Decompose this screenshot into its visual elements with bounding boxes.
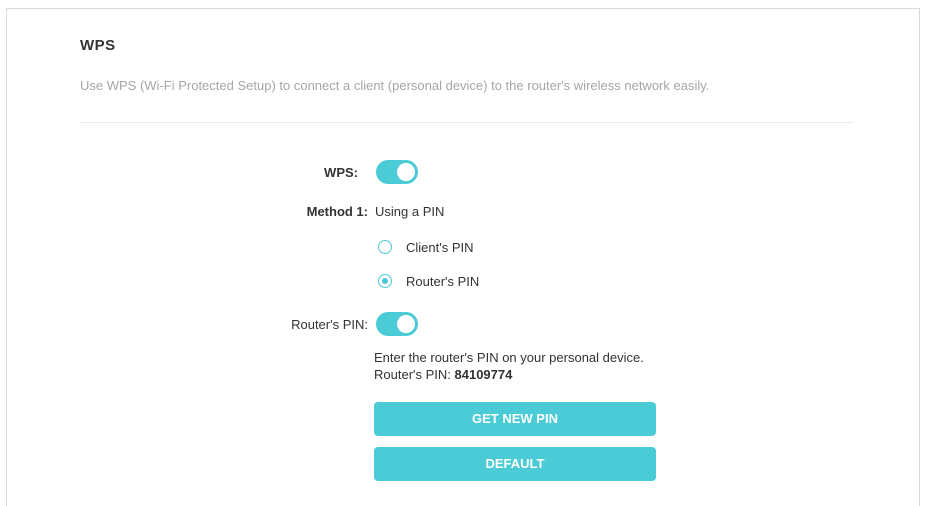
method-value: Using a PIN (375, 204, 445, 219)
section-description: Use WPS (Wi-Fi Protected Setup) to conne… (80, 78, 710, 93)
router-pin-value: 84109774 (454, 367, 513, 382)
radio-routers-pin[interactable]: Router's PIN (378, 271, 479, 291)
divider (80, 122, 854, 123)
wps-toggle[interactable] (376, 160, 418, 184)
toggle-knob (397, 315, 415, 333)
radio-button-checked[interactable] (378, 274, 392, 288)
default-button[interactable]: DEFAULT (374, 447, 656, 481)
method-label: Method 1: (306, 204, 368, 219)
toggle-knob (397, 163, 415, 181)
router-pin-display-label: Router's PIN: (374, 367, 455, 382)
radio-button[interactable] (378, 240, 392, 254)
router-pin-display: Router's PIN: 84109774 (374, 367, 512, 382)
section-title: WPS (80, 37, 116, 54)
router-pin-toggle[interactable] (376, 312, 418, 336)
router-pin-label: Router's PIN: (291, 317, 368, 332)
radio-label-clients-pin: Client's PIN (406, 239, 474, 255)
router-pin-instruction: Enter the router's PIN on your personal … (374, 350, 644, 365)
radio-clients-pin[interactable]: Client's PIN (378, 237, 474, 257)
radio-label-routers-pin: Router's PIN (406, 273, 480, 289)
get-new-pin-button[interactable]: GET NEW PIN (374, 402, 656, 436)
wps-label: WPS: (324, 165, 358, 180)
